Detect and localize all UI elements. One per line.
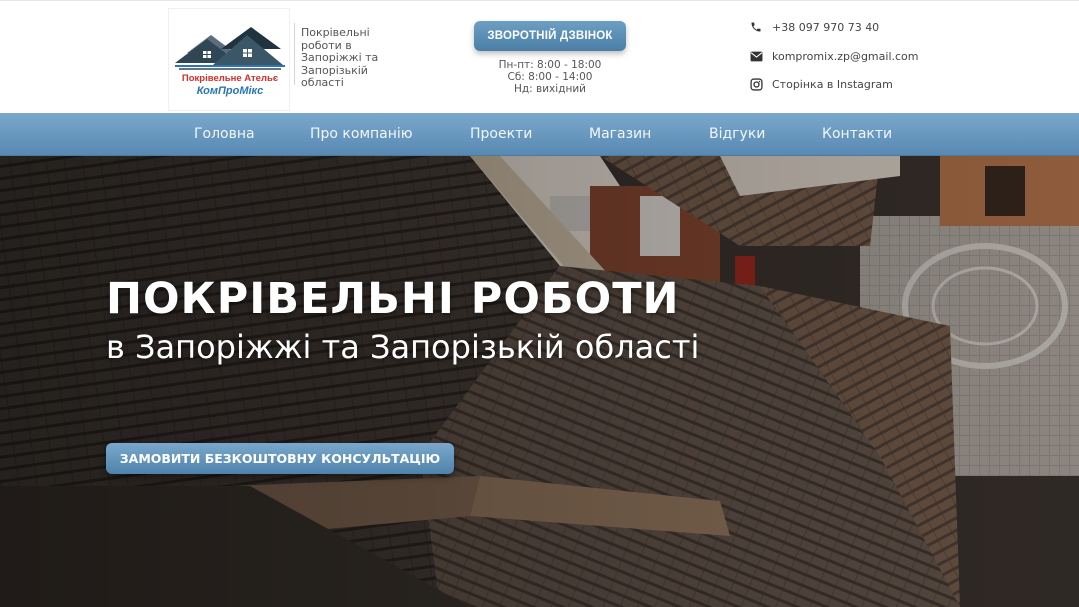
- header-tagline: Покрівельні роботи в Запоріжжі та Запорі…: [301, 26, 379, 89]
- instagram-link: Сторінка в Instagram: [772, 77, 893, 91]
- nav-item-projects[interactable]: Проекти: [470, 113, 532, 155]
- hero-banner: ПОКРІВЕЛЬНІ РОБОТИ в Запоріжжі та Запорі…: [0, 156, 1079, 607]
- tagline-divider: [294, 23, 295, 85]
- callback-button[interactable]: ЗВОРОТНІЙ ДЗВІНОК: [474, 21, 626, 51]
- roof-logo-icon: [175, 27, 285, 70]
- contact-email[interactable]: kompromix.zp@gmail.com: [749, 48, 919, 64]
- hero-title: ПОКРІВЕЛЬНІ РОБОТИ: [106, 274, 680, 324]
- logo-text-line2: КомПроМікс: [196, 85, 264, 97]
- nav-item-about[interactable]: Про компанію: [310, 113, 413, 155]
- hours-sunday: Нд: вихідний: [514, 83, 586, 95]
- email-address: kompromix.zp@gmail.com: [772, 49, 919, 63]
- contact-instagram[interactable]: Сторінка в Instagram: [749, 76, 893, 92]
- site-header: Покрівельне Ательє КомПроМікс Покрівельн…: [0, 0, 1079, 113]
- hours-saturday: Сб: 8:00 - 14:00: [507, 71, 593, 83]
- phone-number: +38 097 970 73 40: [772, 20, 880, 34]
- main-navigation: Головна Про компанію Проекти Магазин Від…: [0, 113, 1079, 156]
- working-hours: Пн-пт: 8:00 - 18:00 Сб: 8:00 - 14:00 Нд:…: [480, 59, 620, 95]
- roof-background-image: [0, 156, 1079, 607]
- logo-text-line1: Покрівельне Ательє: [181, 73, 279, 84]
- phone-icon: [749, 20, 763, 34]
- hero-subtitle: в Запоріжжі та Запорізькій області: [106, 328, 700, 366]
- nav-item-shop[interactable]: Магазин: [589, 113, 651, 155]
- free-consultation-button[interactable]: ЗАМОВИТИ БЕЗКОШТОВНУ КОНСУЛЬТАЦІЮ: [106, 443, 454, 474]
- mail-icon: [749, 49, 763, 63]
- contact-phone[interactable]: +38 097 970 73 40: [749, 19, 879, 35]
- nav-item-contacts[interactable]: Контакти: [822, 113, 892, 155]
- hours-weekdays: Пн-пт: 8:00 - 18:00: [498, 59, 602, 71]
- company-logo[interactable]: Покрівельне Ательє КомПроМікс: [168, 8, 290, 111]
- nav-item-home[interactable]: Головна: [194, 113, 255, 155]
- instagram-icon: [749, 77, 763, 91]
- nav-item-reviews[interactable]: Відгуки: [709, 113, 765, 155]
